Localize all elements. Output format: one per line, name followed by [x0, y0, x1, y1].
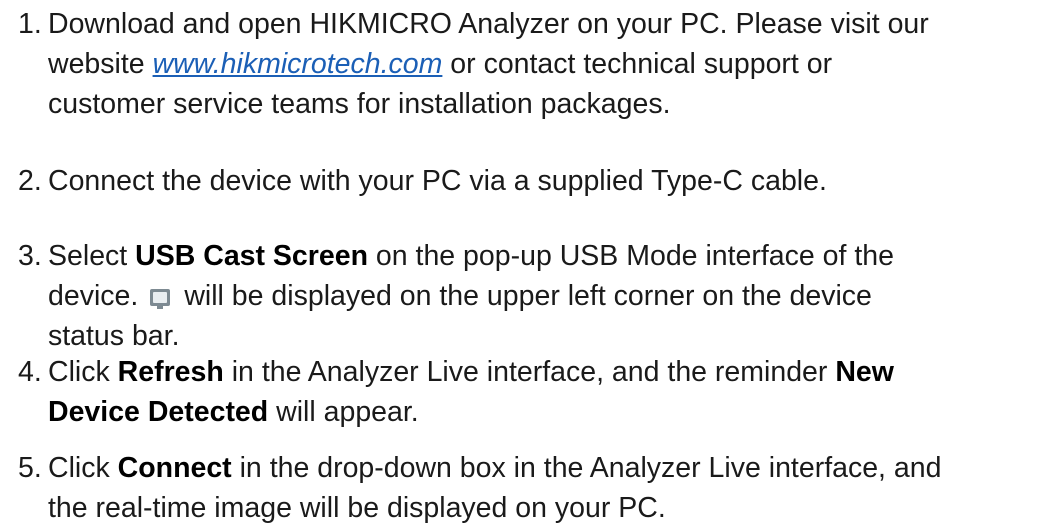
step-1-line-1: Download and open HIKMICRO Analyzer on y… — [48, 8, 929, 40]
step-text: Click Connect in the drop-down box in th… — [48, 448, 1028, 528]
step-2: 2. Connect the device with your PC via a… — [18, 161, 1028, 201]
step-3-line-3: status bar. — [48, 320, 180, 352]
website-link[interactable]: www.hikmicrotech.com — [153, 48, 443, 80]
step-4-post: will appear. — [268, 396, 419, 428]
step-4-pre: Click — [48, 356, 118, 388]
step-number: 5. — [18, 452, 42, 484]
step-1: 1. Download and open HIKMICRO Analyzer o… — [18, 4, 1028, 124]
step-5-line-2: the real-time image will be displayed on… — [48, 492, 666, 524]
step-3-line-2-post: will be displayed on the upper left corn… — [184, 280, 872, 312]
step-5: 5. Click Connect in the drop-down box in… — [18, 448, 1028, 528]
usb-cast-screen-label: USB Cast Screen — [135, 240, 368, 272]
step-3-pre: Select — [48, 240, 136, 272]
step-5-line-1-post: in the drop-down box in the Analyzer Liv… — [231, 452, 942, 484]
step-3: 3. Select USB Cast Screen on the pop-up … — [18, 236, 1028, 356]
step-3-line-1-post: on the pop-up USB Mode interface of the — [367, 240, 894, 272]
step-number: 4. — [18, 356, 42, 388]
screen-cast-icon — [150, 289, 171, 309]
step-1-line-2-post: or contact technical support or — [442, 48, 833, 80]
step-number: 2. — [18, 165, 42, 197]
connect-label: Connect — [117, 452, 232, 484]
step-text: Connect the device with your PC via a su… — [48, 165, 827, 197]
device-detected-label: Device Detected — [48, 396, 269, 428]
step-text: Download and open HIKMICRO Analyzer on y… — [48, 4, 1028, 124]
step-1-line-3: customer service teams for installation … — [48, 88, 671, 120]
step-number: 3. — [18, 240, 42, 272]
step-5-pre: Click — [48, 452, 118, 484]
step-4-mid: in the Analyzer Live interface, and the … — [223, 356, 836, 388]
step-4: 4. Click Refresh in the Analyzer Live in… — [18, 352, 1028, 432]
step-text: Click Refresh in the Analyzer Live inter… — [48, 352, 1028, 432]
refresh-label: Refresh — [117, 356, 224, 388]
step-number: 1. — [18, 8, 42, 40]
step-text: Select USB Cast Screen on the pop-up USB… — [48, 236, 1028, 356]
new-label: New — [835, 356, 894, 388]
step-1-line-2-pre: website — [48, 48, 153, 80]
step-3-line-2-pre: device. — [48, 280, 139, 312]
